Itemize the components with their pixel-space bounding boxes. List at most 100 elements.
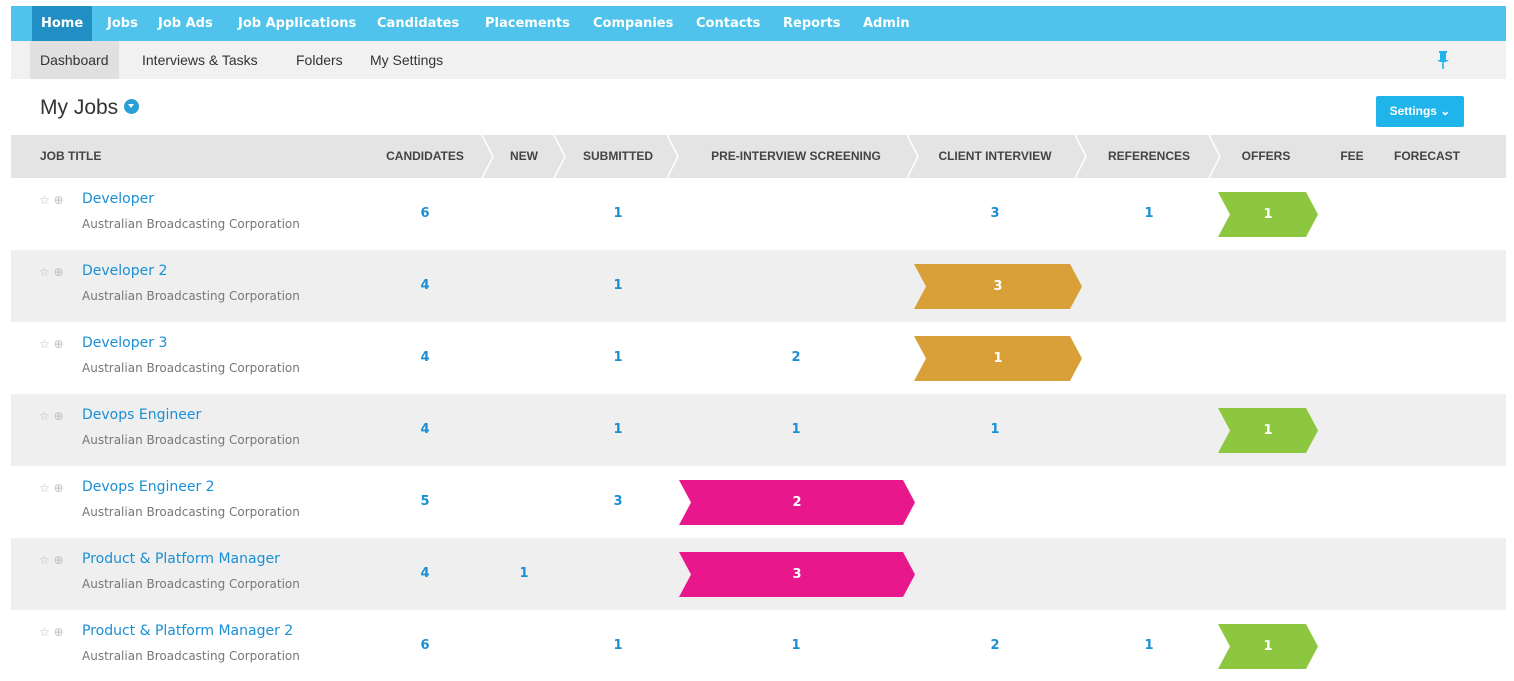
pin-icon[interactable] bbox=[1436, 51, 1450, 69]
stage-highlight-count: 3 bbox=[993, 279, 1003, 294]
col-pre-interview[interactable]: PRE-INTERVIEW SCREENING bbox=[711, 135, 881, 178]
row-icons: ☆ ⊕ bbox=[39, 409, 64, 423]
star-icon[interactable]: ☆ bbox=[39, 553, 50, 567]
zoom-icon[interactable]: ⊕ bbox=[54, 553, 64, 567]
zoom-icon[interactable]: ⊕ bbox=[54, 265, 64, 279]
company-name: Australian Broadcasting Corporation bbox=[82, 649, 300, 663]
company-name: Australian Broadcasting Corporation bbox=[82, 505, 300, 519]
stage-highlight-orange[interactable]: 3 bbox=[914, 264, 1082, 309]
stage-highlight-green[interactable]: 1 bbox=[1218, 408, 1318, 453]
job-title-link[interactable]: Devops Engineer 2 bbox=[82, 479, 215, 495]
stage-highlight-count: 1 bbox=[993, 351, 1003, 366]
company-name: Australian Broadcasting Corporation bbox=[82, 577, 300, 591]
header-divider bbox=[1074, 134, 1088, 182]
table-row: ☆ ⊕ Developer 3 Australian Broadcasting Co… bbox=[11, 322, 1506, 394]
job-title-link[interactable]: Developer 3 bbox=[82, 335, 167, 351]
col-offers[interactable]: OFFERS bbox=[1242, 135, 1291, 178]
app-frame: Home Jobs Job Ads Job Applications Candidate… bbox=[11, 6, 1506, 681]
col-client-interview[interactable]: CLIENT INTERVIEW bbox=[938, 135, 1051, 178]
nav-tab-contacts[interactable]: Contacts bbox=[687, 6, 769, 41]
chevron-down-icon[interactable] bbox=[124, 98, 140, 114]
count-candidates[interactable]: 4 bbox=[420, 322, 429, 394]
subnav-tab-folders[interactable]: Folders bbox=[286, 41, 353, 79]
count-submitted[interactable]: 1 bbox=[613, 394, 622, 466]
count-client-interview[interactable]: 3 bbox=[990, 178, 999, 250]
job-title-link[interactable]: Product & Platform Manager 2 bbox=[82, 623, 293, 639]
subnav-tab-interviews-tasks[interactable]: Interviews & Tasks bbox=[132, 41, 268, 79]
page-title: My Jobs bbox=[40, 96, 140, 120]
col-new[interactable]: NEW bbox=[510, 135, 538, 178]
row-icons: ☆ ⊕ bbox=[39, 265, 64, 279]
col-submitted[interactable]: SUBMITTED bbox=[583, 135, 653, 178]
star-icon[interactable]: ☆ bbox=[39, 265, 50, 279]
zoom-icon[interactable]: ⊕ bbox=[54, 481, 64, 495]
table-header: JOB TITLE CANDIDATES NEW SUBMITTED PRE-I… bbox=[11, 134, 1506, 179]
star-icon[interactable]: ☆ bbox=[39, 337, 50, 351]
stage-highlight-pink[interactable]: 2 bbox=[679, 480, 915, 525]
count-submitted[interactable]: 1 bbox=[613, 610, 622, 681]
stage-highlight-green[interactable]: 1 bbox=[1218, 192, 1318, 237]
zoom-icon[interactable]: ⊕ bbox=[54, 409, 64, 423]
count-candidates[interactable]: 6 bbox=[420, 178, 429, 250]
zoom-icon[interactable]: ⊕ bbox=[54, 625, 64, 639]
row-icons: ☆ ⊕ bbox=[39, 625, 64, 639]
count-pre-interview[interactable]: 2 bbox=[791, 322, 800, 394]
settings-button[interactable]: Settings ⌄ bbox=[1376, 96, 1464, 127]
count-submitted[interactable]: 3 bbox=[613, 466, 622, 538]
nav-tab-job-ads[interactable]: Job Ads bbox=[149, 6, 222, 41]
count-candidates[interactable]: 5 bbox=[420, 466, 429, 538]
count-client-interview[interactable]: 2 bbox=[990, 610, 999, 681]
job-title-link[interactable]: Devops Engineer bbox=[82, 407, 201, 423]
count-submitted[interactable]: 1 bbox=[613, 250, 622, 322]
count-pre-interview[interactable]: 1 bbox=[791, 610, 800, 681]
col-candidates[interactable]: CANDIDATES bbox=[386, 135, 464, 178]
stage-highlight-orange[interactable]: 1 bbox=[914, 336, 1082, 381]
stage-highlight-count: 3 bbox=[792, 567, 802, 582]
count-candidates[interactable]: 4 bbox=[420, 394, 429, 466]
nav-tab-job-applications[interactable]: Job Applications bbox=[229, 6, 365, 41]
company-name: Australian Broadcasting Corporation bbox=[82, 433, 300, 447]
col-fee[interactable]: FEE bbox=[1340, 135, 1363, 178]
table-row: ☆ ⊕ Devops Engineer 2 Australian Broadcast… bbox=[11, 466, 1506, 538]
zoom-icon[interactable]: ⊕ bbox=[54, 193, 64, 207]
col-references[interactable]: REFERENCES bbox=[1108, 135, 1190, 178]
nav-tab-candidates[interactable]: Candidates bbox=[368, 6, 468, 41]
star-icon[interactable]: ☆ bbox=[39, 409, 50, 423]
job-title-link[interactable]: Product & Platform Manager bbox=[82, 551, 280, 567]
nav-tab-admin[interactable]: Admin bbox=[854, 6, 919, 41]
star-icon[interactable]: ☆ bbox=[39, 481, 50, 495]
header-divider bbox=[481, 134, 495, 182]
count-references[interactable]: 1 bbox=[1144, 610, 1153, 681]
count-candidates[interactable]: 4 bbox=[420, 538, 429, 610]
count-references[interactable]: 1 bbox=[1144, 178, 1153, 250]
table-row: ☆ ⊕ Product & Platform Manager 2 Australia… bbox=[11, 610, 1506, 681]
star-icon[interactable]: ☆ bbox=[39, 193, 50, 207]
count-submitted[interactable]: 1 bbox=[613, 322, 622, 394]
nav-tab-home[interactable]: Home bbox=[32, 6, 93, 41]
count-candidates[interactable]: 4 bbox=[420, 250, 429, 322]
row-icons: ☆ ⊕ bbox=[39, 193, 64, 207]
subnav-tab-my-settings[interactable]: My Settings bbox=[360, 41, 453, 79]
stage-highlight-green[interactable]: 1 bbox=[1218, 624, 1318, 669]
job-title-link[interactable]: Developer 2 bbox=[82, 263, 167, 279]
nav-tab-placements[interactable]: Placements bbox=[476, 6, 579, 41]
header-divider bbox=[666, 134, 680, 182]
count-candidates[interactable]: 6 bbox=[420, 610, 429, 681]
count-client-interview[interactable]: 1 bbox=[990, 394, 999, 466]
col-forecast[interactable]: FORECAST bbox=[1394, 135, 1460, 178]
zoom-icon[interactable]: ⊕ bbox=[54, 337, 64, 351]
stage-highlight-pink[interactable]: 3 bbox=[679, 552, 915, 597]
stage-highlight-count: 2 bbox=[792, 495, 802, 510]
nav-tab-jobs[interactable]: Jobs bbox=[98, 6, 147, 41]
col-job-title[interactable]: JOB TITLE bbox=[40, 135, 101, 178]
count-submitted[interactable]: 1 bbox=[613, 178, 622, 250]
table-row: ☆ ⊕ Devops Engineer Australian Broadcastin… bbox=[11, 394, 1506, 466]
count-new[interactable]: 1 bbox=[519, 538, 528, 610]
nav-tab-companies[interactable]: Companies bbox=[584, 6, 682, 41]
count-pre-interview[interactable]: 1 bbox=[791, 394, 800, 466]
job-title-link[interactable]: Developer bbox=[82, 191, 154, 207]
nav-tab-reports[interactable]: Reports bbox=[774, 6, 849, 41]
sub-navigation: My Settings Folders Interviews & Tasks Dash… bbox=[11, 41, 1506, 79]
subnav-tab-dashboard[interactable]: Dashboard bbox=[30, 41, 119, 79]
star-icon[interactable]: ☆ bbox=[39, 625, 50, 639]
